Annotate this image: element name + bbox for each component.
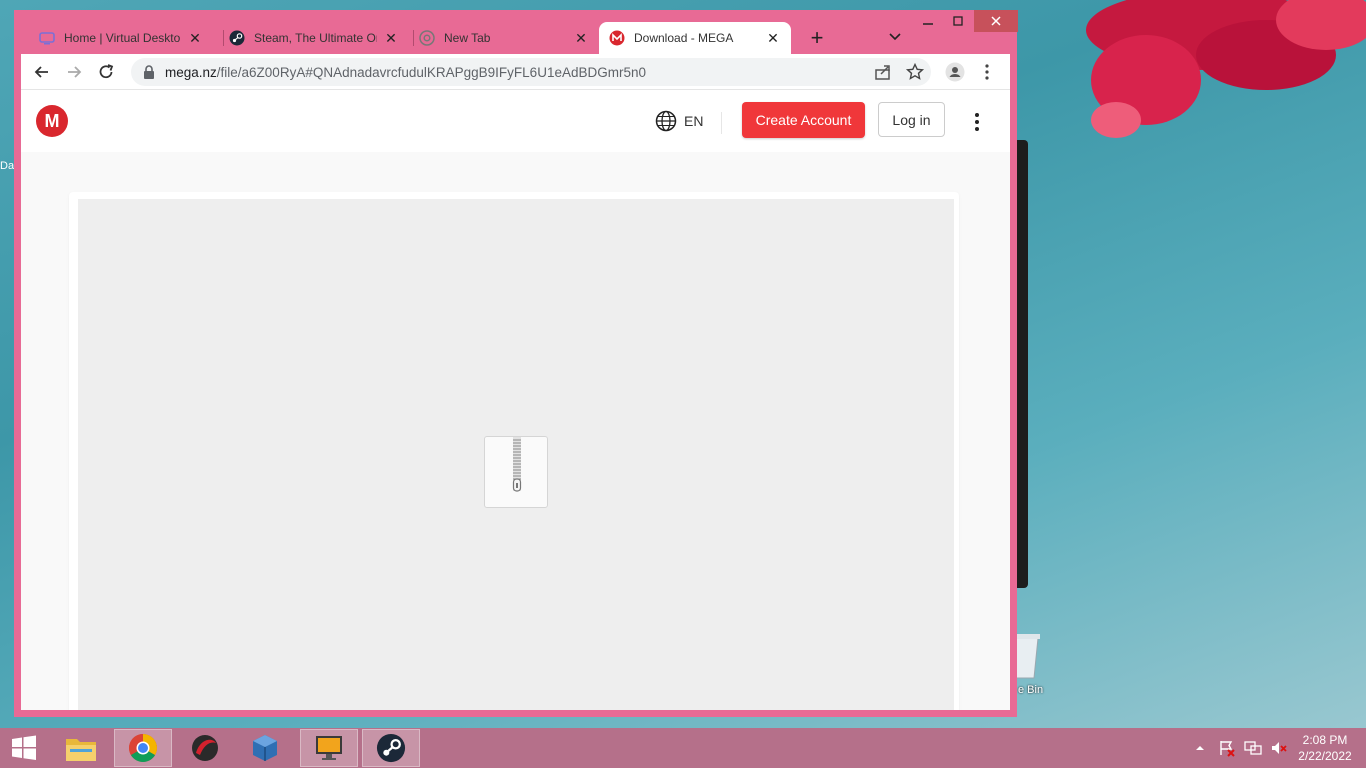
- new-tab-button[interactable]: +: [805, 25, 829, 51]
- taskbar-steam[interactable]: [362, 729, 420, 767]
- mega-logo[interactable]: M: [36, 105, 68, 137]
- login-button[interactable]: Log in: [878, 102, 945, 137]
- tab-new-tab[interactable]: New Tab ✕: [409, 22, 599, 54]
- globe-icon: [655, 110, 677, 132]
- share-icon[interactable]: [873, 62, 893, 82]
- page-content: M EN Create Account Log in: [21, 90, 1010, 710]
- minimize-button[interactable]: [914, 10, 942, 32]
- file-explorer-icon: [66, 739, 96, 761]
- file-preview-card: [69, 192, 959, 710]
- browser-toolbar: mega.nz/file/a6Z00RyA#QNAdnadavrcfudulKR…: [21, 54, 1010, 90]
- zip-file-icon: [484, 436, 548, 508]
- close-icon[interactable]: ✕: [765, 30, 781, 47]
- reload-icon[interactable]: [96, 62, 116, 82]
- windows-start-icon: [12, 735, 36, 760]
- taskbar: 2:08 PM 2/22/2022: [0, 728, 1366, 768]
- header-divider: [721, 112, 722, 134]
- maximize-button[interactable]: [944, 10, 972, 32]
- steam-icon: [229, 30, 245, 46]
- action-center-flag-icon[interactable]: [1218, 739, 1236, 757]
- tab-download-mega[interactable]: Download - MEGA ✕: [599, 22, 791, 54]
- virtualbox-icon: [253, 735, 277, 761]
- tab-title: Download - MEGA: [634, 31, 734, 45]
- desktop-icon-label[interactable]: Da: [0, 160, 14, 172]
- taskbar-redapp[interactable]: [176, 729, 234, 767]
- tab-steam[interactable]: Steam, The Ultimate Online Game Platform…: [219, 22, 409, 54]
- lock-icon[interactable]: [143, 65, 155, 79]
- zipper-icon: [512, 437, 522, 492]
- network-icon[interactable]: [1244, 739, 1262, 757]
- maximize-icon: [953, 16, 963, 26]
- recycle-bin-label[interactable]: e Bin: [1018, 684, 1043, 696]
- close-icon[interactable]: ✕: [187, 30, 203, 47]
- redapp-icon: [192, 735, 218, 761]
- start-button[interactable]: [0, 729, 48, 767]
- tab-title: Steam, The Ultimate Online Game Platform: [254, 31, 377, 45]
- minimize-icon: [923, 23, 933, 25]
- chevron-down-icon[interactable]: [887, 28, 903, 44]
- url-text[interactable]: mega.nz/file/a6Z00RyA#QNAdnadavrcfudulKR…: [165, 65, 646, 80]
- more-options-icon[interactable]: [967, 110, 987, 134]
- create-account-button[interactable]: Create Account: [742, 102, 865, 138]
- profile-avatar-icon[interactable]: [945, 62, 965, 82]
- close-icon: [991, 16, 1001, 26]
- close-icon[interactable]: ✕: [383, 30, 399, 47]
- clock-time: 2:08 PM: [1302, 733, 1348, 747]
- url-path: /file/a6Z00RyA#QNAdnadavrcfudulKRAPggB9I…: [216, 64, 646, 80]
- tab-strip: Home | Virtual Desktop ✕ Steam, The Ulti…: [21, 10, 1018, 54]
- chrome-icon: [419, 30, 435, 46]
- chrome-icon: [129, 734, 157, 762]
- mega-icon: [609, 30, 625, 46]
- system-tray: [1194, 728, 1288, 768]
- language-selector[interactable]: EN: [655, 110, 703, 132]
- file-preview-area: [78, 199, 954, 710]
- url-host: mega.nz: [165, 64, 217, 80]
- taskbar-chrome[interactable]: [114, 729, 172, 767]
- forward-arrow-icon[interactable]: [64, 62, 84, 82]
- taskbar-file-explorer[interactable]: [52, 729, 110, 767]
- steam-icon: [376, 733, 406, 763]
- browser-menu-icon[interactable]: [977, 62, 997, 82]
- clock-date: 2/22/2022: [1298, 749, 1352, 763]
- taskbar-clock[interactable]: 2:08 PM 2/22/2022: [1290, 732, 1360, 764]
- show-hidden-icons-icon[interactable]: [1194, 742, 1206, 754]
- browser-window: Home | Virtual Desktop ✕ Steam, The Ulti…: [14, 10, 1018, 717]
- volume-muted-icon[interactable]: [1270, 739, 1288, 757]
- bookmark-star-icon[interactable]: [905, 62, 925, 82]
- address-bar[interactable]: mega.nz/file/a6Z00RyA#QNAdnadavrcfudulKR…: [131, 58, 931, 86]
- taskbar-virtualbox[interactable]: [236, 729, 294, 767]
- back-arrow-icon[interactable]: [32, 62, 52, 82]
- tab-title: Home | Virtual Desktop: [64, 31, 181, 45]
- language-code: EN: [684, 113, 704, 129]
- monitor-app-icon: [316, 736, 342, 760]
- taskbar-monitor-app[interactable]: [300, 729, 358, 767]
- close-icon[interactable]: ✕: [573, 30, 589, 47]
- virtual-desktop-icon: [39, 32, 55, 45]
- wallpaper-flower: [1086, 0, 1366, 138]
- mega-header: M EN Create Account Log in: [21, 90, 1010, 152]
- tab-virtual-desktop[interactable]: Home | Virtual Desktop ✕: [29, 22, 213, 54]
- tab-title: New Tab: [444, 31, 491, 45]
- window-close-button[interactable]: [974, 10, 1018, 32]
